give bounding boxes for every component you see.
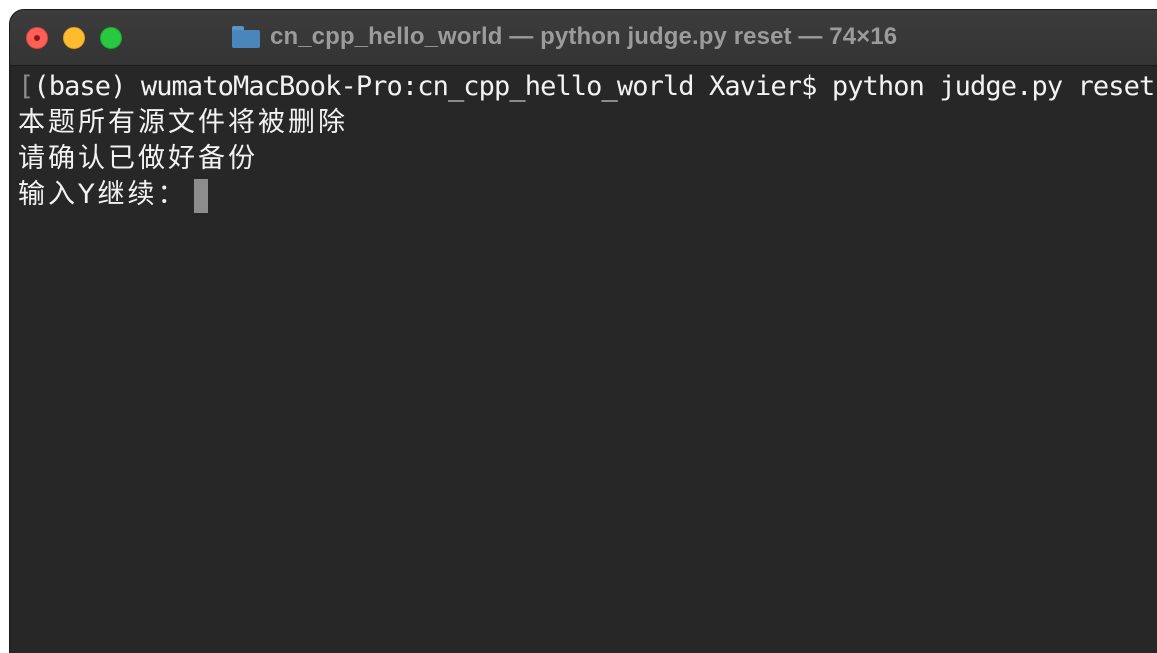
zoom-button[interactable] — [100, 27, 122, 49]
command-line: [(base) wumatoMacBook-Pro:cn_cpp_hello_w… — [18, 69, 1157, 105]
text-cursor — [193, 178, 208, 213]
prompt-line[interactable]: 输入Y继续： — [18, 177, 208, 213]
minimize-button[interactable] — [63, 27, 85, 49]
close-button[interactable] — [26, 27, 48, 49]
title-bar[interactable]: cn_cpp_hello_world — python judge.py res… — [10, 10, 1157, 66]
close-icon — [34, 35, 40, 41]
folder-icon — [232, 26, 260, 48]
command-text: (base) wumatoMacBook-Pro:cn_cpp_hello_wo… — [33, 71, 1155, 102]
output-line-2: 请确认已做好备份 — [18, 143, 258, 174]
window-title: cn_cpp_hello_world — python judge.py res… — [270, 23, 898, 50]
output-line-1: 本题所有源文件将被删除 — [18, 107, 348, 138]
mark-open: [ — [18, 71, 34, 102]
terminal-window: cn_cpp_hello_world — python judge.py res… — [10, 10, 1157, 653]
terminal-output[interactable]: [(base) wumatoMacBook-Pro:cn_cpp_hello_w… — [10, 66, 1157, 653]
window-title-group: cn_cpp_hello_world — python judge.py res… — [232, 22, 897, 52]
prompt-text: 输入Y继续： — [18, 179, 188, 210]
